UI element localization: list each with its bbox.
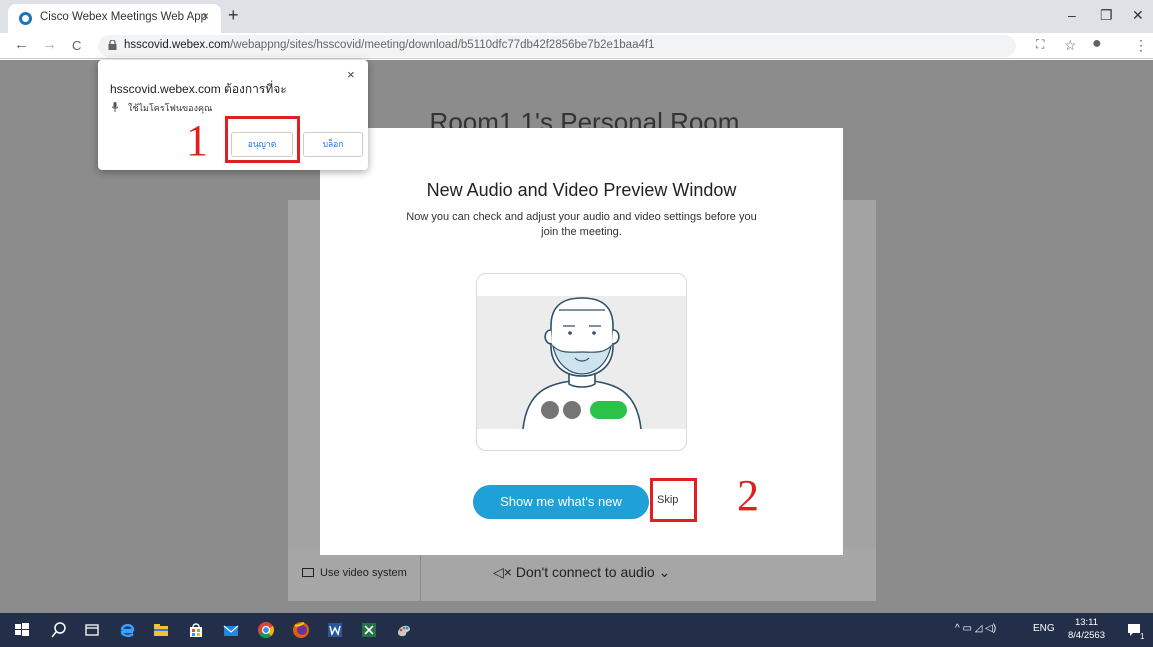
permission-title: hsscovid.webex.com ต้องการที่จะ	[110, 82, 287, 96]
allow-highlight-box	[225, 116, 300, 163]
divider	[420, 547, 421, 601]
lock-icon	[108, 40, 117, 50]
microphone-permission-popup: hsscovid.webex.com ต้องการที่จะ × ใช้ไมโ…	[98, 60, 368, 170]
search-icon[interactable]	[50, 621, 68, 639]
show-me-whats-new-button[interactable]: Show me what's new	[473, 485, 649, 519]
notification-count: 1	[1140, 632, 1145, 641]
file-explorer-icon[interactable]	[152, 621, 170, 639]
clock[interactable]: 13:11 8/4/2563	[1068, 616, 1105, 642]
block-button[interactable]: บล็อก	[303, 132, 363, 157]
microphone-icon	[112, 102, 118, 112]
browser-tab[interactable]: Cisco Webex Meetings Web App ×	[8, 4, 221, 33]
cast-icon	[302, 568, 314, 577]
language-indicator[interactable]: ENG	[1033, 623, 1055, 634]
url-path: /webappng/sites/hsscovid/meeting/downloa…	[230, 39, 655, 51]
url-host: hsscovid.webex.com	[124, 39, 231, 51]
minimize-button[interactable]: –	[1068, 7, 1076, 23]
forward-button[interactable]: →	[42, 36, 57, 53]
join-options-bar: Use video system ◁× Don't connect to aud…	[288, 547, 876, 601]
word-icon[interactable]	[326, 621, 344, 639]
audio-connection-dropdown[interactable]: ◁× Don't connect to audio ⌄	[493, 564, 670, 581]
store-icon[interactable]	[187, 621, 205, 639]
modal-title: New Audio and Video Preview Window	[426, 180, 737, 200]
url-text: hsscovid.webex.com/webappng/sites/hsscov…	[124, 39, 654, 51]
translate-icon[interactable]: ⛶	[1036, 37, 1044, 52]
avatar-illustration	[476, 273, 687, 451]
address-bar[interactable]: hsscovid.webex.com/webappng/sites/hsscov…	[98, 35, 1016, 57]
use-video-system-label: Use video system	[320, 567, 407, 579]
annotation-number-2: 2	[737, 471, 759, 520]
tab-title: Cisco Webex Meetings Web App	[40, 11, 208, 23]
preview-modal: New Audio and Video Preview Window Now y…	[320, 128, 843, 555]
task-view-icon[interactable]	[83, 621, 101, 639]
clock-time: 13:11	[1074, 617, 1099, 628]
reload-button[interactable]: C	[72, 38, 81, 53]
start-icon[interactable]	[13, 621, 31, 639]
modal-subtitle: Now you can check and adjust your audio …	[406, 211, 757, 238]
system-tray-icons[interactable]: ^ ▭ ◿ ◁)	[955, 623, 996, 634]
clock-date: 8/4/2563	[1068, 630, 1105, 641]
mail-icon[interactable]	[222, 621, 240, 639]
windows-taskbar: ^ ▭ ◿ ◁) ENG 13:11 8/4/2563 1	[0, 613, 1153, 647]
browser-tab-strip: Cisco Webex Meetings Web App × + – ❐ ✕	[0, 0, 1153, 33]
paint-icon[interactable]	[395, 621, 413, 639]
restore-button[interactable]: ❐	[1100, 7, 1113, 24]
bookmark-star-icon[interactable]: ☆	[1064, 37, 1077, 54]
tab-close-icon[interactable]: ×	[202, 9, 209, 23]
firefox-icon[interactable]	[292, 621, 310, 639]
use-video-system-button[interactable]: Use video system	[302, 567, 407, 579]
browser-toolbar: ← → C hsscovid.webex.com/webappng/sites/…	[0, 33, 1153, 59]
new-tab-button[interactable]: +	[228, 5, 239, 26]
back-button[interactable]: ←	[14, 36, 29, 53]
screen: Cisco Webex Meetings Web App × + – ❐ ✕ ←…	[0, 0, 1153, 647]
annotation-number-1: 1	[186, 116, 208, 165]
permission-close-icon[interactable]: ×	[347, 67, 355, 82]
skip-highlight-box	[650, 478, 697, 522]
chrome-icon[interactable]	[257, 621, 275, 639]
person-illustration-icon	[522, 297, 642, 430]
close-window-button[interactable]: ✕	[1132, 7, 1144, 24]
edge-icon[interactable]	[118, 621, 136, 639]
permission-request-text: ใช้ไมโครโฟนของคุณ	[128, 103, 213, 113]
menu-icon[interactable]: ⋮	[1134, 37, 1148, 54]
excel-icon[interactable]	[360, 621, 378, 639]
profile-icon[interactable]: ●	[1092, 35, 1102, 53]
webex-favicon-icon	[19, 12, 32, 25]
